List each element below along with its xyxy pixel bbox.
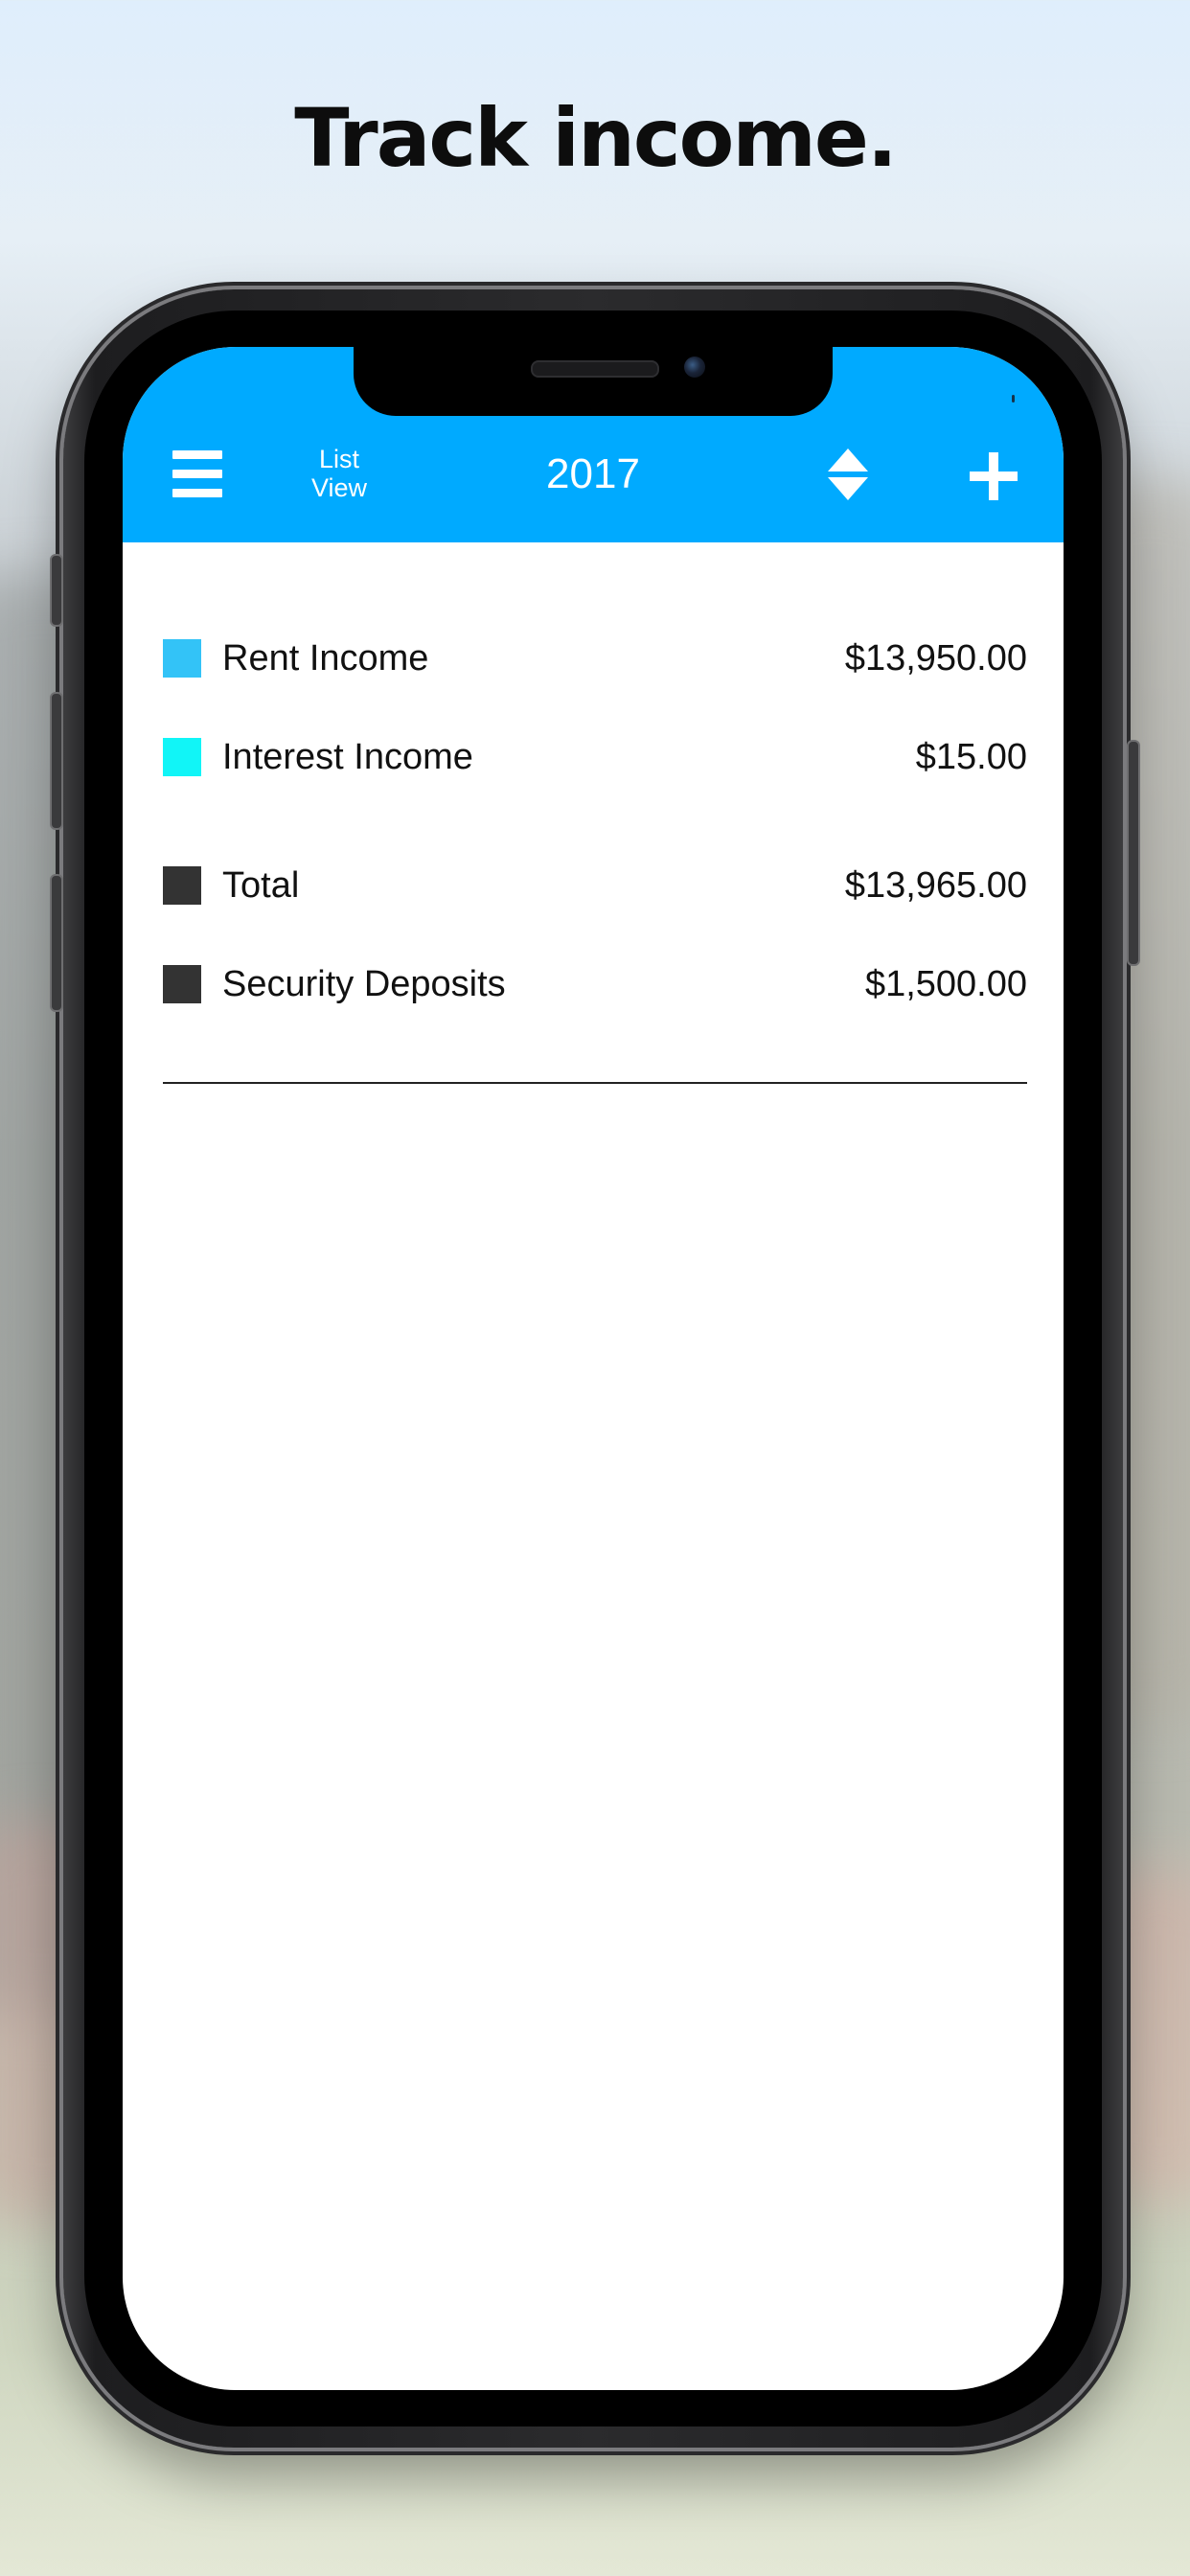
mute-switch — [50, 554, 63, 627]
divider — [163, 1082, 1027, 1084]
row-amount: $13,950.00 — [844, 638, 1027, 678]
list-view-button[interactable]: List View — [291, 445, 387, 506]
plus-icon[interactable] — [970, 452, 1018, 500]
list-view-label-line2: View — [310, 473, 368, 502]
phone-frame: List View 2017 Rent Income $13,950.00 In… — [50, 289, 1140, 2448]
headline: Track income. — [294, 91, 898, 185]
color-swatch — [163, 965, 201, 1003]
phone-notch — [354, 347, 833, 416]
list-item[interactable]: Rent Income $13,950.00 — [163, 630, 1027, 687]
row-amount: $1,500.00 — [864, 964, 1027, 1004]
color-swatch — [163, 738, 201, 776]
row-label: Rent Income — [222, 638, 429, 678]
sort-up-down-icon[interactable] — [828, 448, 868, 500]
status-indicator — [1012, 395, 1015, 402]
list-view-label-line1: List — [318, 445, 360, 473]
row-label: Total — [222, 865, 300, 906]
security-deposits-row[interactable]: Security Deposits $1,500.00 — [163, 955, 1027, 1013]
volume-up-button — [50, 692, 63, 830]
color-swatch — [163, 866, 201, 905]
list-item[interactable]: Interest Income $15.00 — [163, 728, 1027, 786]
row-label: Security Deposits — [222, 964, 506, 1004]
volume-down-button — [50, 874, 63, 1012]
row-label: Interest Income — [222, 737, 473, 777]
app-screen: List View 2017 Rent Income $13,950.00 In… — [123, 347, 1064, 2390]
color-swatch — [163, 639, 201, 678]
row-amount: $15.00 — [915, 737, 1027, 777]
hamburger-menu-icon[interactable] — [172, 450, 222, 498]
front-camera — [684, 356, 705, 378]
total-row: Total $13,965.00 — [163, 857, 1027, 914]
earpiece-speaker — [531, 360, 659, 378]
row-amount: $13,965.00 — [844, 865, 1027, 906]
year-selector[interactable]: 2017 — [497, 450, 689, 498]
side-button — [1127, 740, 1140, 966]
